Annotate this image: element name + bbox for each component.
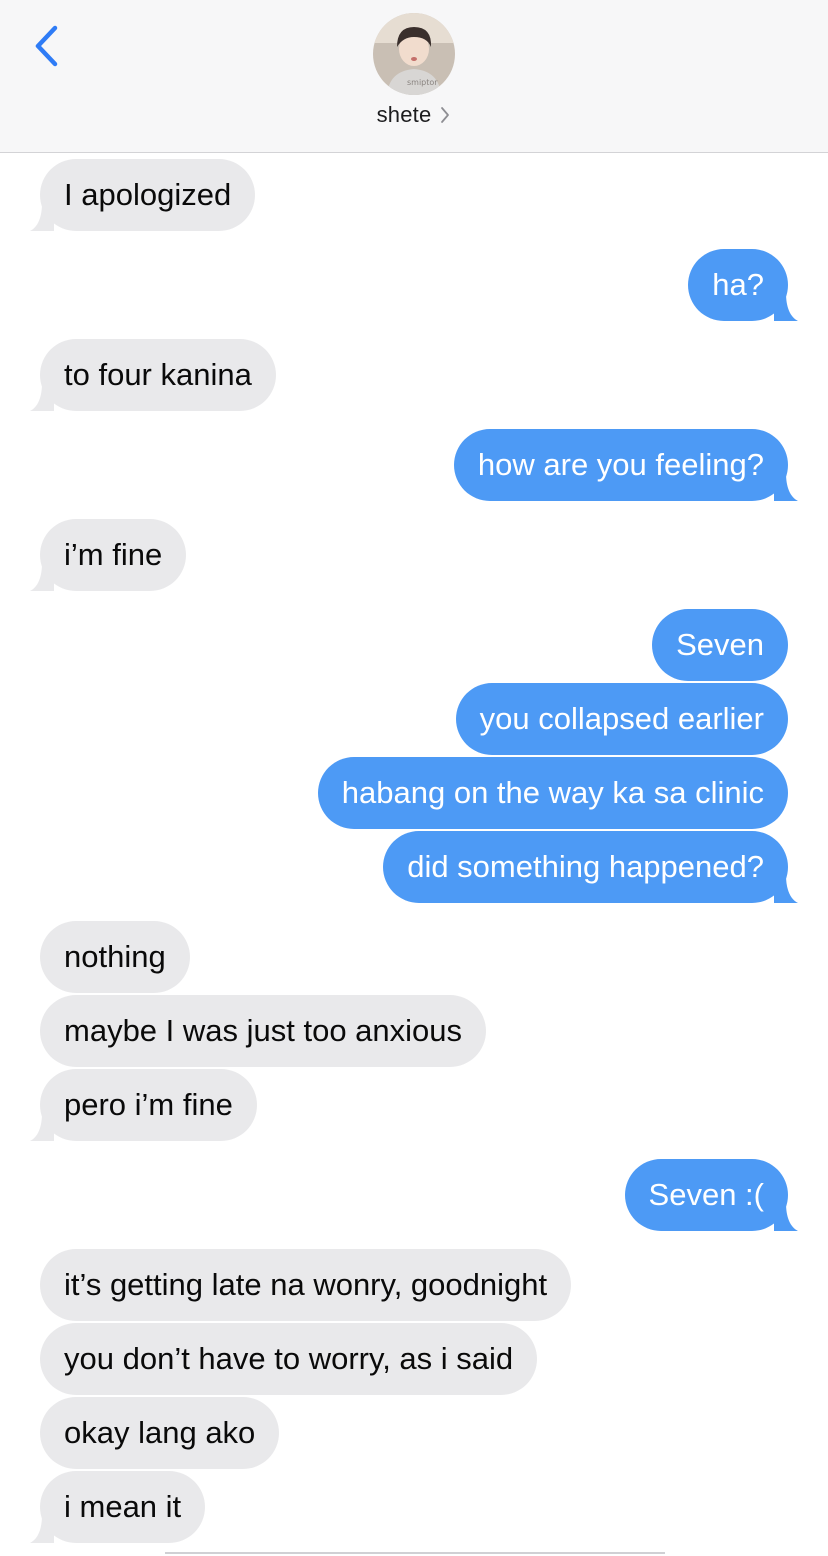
shirt-print: smiptor (407, 78, 438, 87)
message-text: habang on the way ka sa clinic (341, 775, 764, 810)
message-text: how are you feeling? (477, 447, 764, 482)
message-bubble-incoming[interactable]: i mean it (30, 1471, 206, 1543)
message-bubble-incoming[interactable]: i’m fine (30, 519, 187, 591)
message-text: it’s getting late na wonry, goodnight (64, 1267, 548, 1302)
message-bubble-outgoing[interactable]: Seven :( (624, 1159, 798, 1231)
back-button[interactable] (28, 22, 68, 72)
message-text: i mean it (64, 1489, 182, 1524)
bottom-divider (165, 1552, 665, 1554)
message-bubble-incoming[interactable]: maybe I was just too anxious (40, 995, 487, 1067)
message-bubble-outgoing[interactable]: ha? (688, 249, 798, 321)
message-bubble-incoming[interactable]: I apologized (30, 159, 256, 231)
message-bubble-outgoing[interactable]: how are you feeling? (453, 429, 798, 501)
message-text: ha? (712, 267, 764, 302)
bubble-tail (774, 1203, 798, 1231)
message-bubble-outgoing[interactable]: did something happened? (383, 831, 798, 903)
message-bubble-incoming[interactable]: it’s getting late na wonry, goodnight (40, 1249, 572, 1321)
contact-details-button[interactable]: shete (0, 102, 828, 128)
message-text: Seven :( (648, 1177, 764, 1212)
message-text: i’m fine (64, 537, 163, 572)
avatar[interactable]: smiptor (373, 13, 455, 95)
message-text: nothing (64, 939, 166, 974)
message-text: you collapsed earlier (479, 701, 764, 736)
message-text: I apologized (64, 177, 232, 212)
contact-photo: smiptor (373, 13, 455, 95)
bubble-tail (774, 293, 798, 321)
message-bubble-incoming[interactable]: you don’t have to worry, as i said (40, 1323, 538, 1395)
message-bubble-outgoing[interactable]: you collapsed earlier (455, 683, 788, 755)
chevron-right-icon (441, 107, 450, 123)
message-text: Seven (676, 627, 764, 662)
message-text: did something happened? (407, 849, 764, 884)
message-bubble-incoming[interactable]: to four kanina (30, 339, 276, 411)
bubble-tail (30, 383, 54, 411)
message-text: okay lang ako (64, 1415, 256, 1450)
message-bubble-incoming[interactable]: nothing (40, 921, 190, 993)
bubble-tail (30, 1515, 54, 1543)
message-text: maybe I was just too anxious (64, 1013, 463, 1048)
bubble-tail (30, 563, 54, 591)
bubble-tail (774, 473, 798, 501)
message-bubble-outgoing[interactable]: habang on the way ka sa clinic (317, 757, 788, 829)
chevron-left-icon (35, 25, 58, 67)
bubble-tail (774, 875, 798, 903)
bubble-tail (30, 1113, 54, 1141)
bubble-tail (30, 203, 54, 231)
message-text: you don’t have to worry, as i said (64, 1341, 514, 1376)
conversation-header: smiptor shete (0, 0, 828, 153)
message-bubble-incoming[interactable]: okay lang ako (40, 1397, 280, 1469)
contact-name: shete (376, 102, 432, 127)
message-bubble-outgoing[interactable]: Seven (652, 609, 788, 681)
message-bubble-incoming[interactable]: pero i’m fine (30, 1069, 257, 1141)
message-text: pero i’m fine (64, 1087, 233, 1122)
message-text: to four kanina (64, 357, 252, 392)
